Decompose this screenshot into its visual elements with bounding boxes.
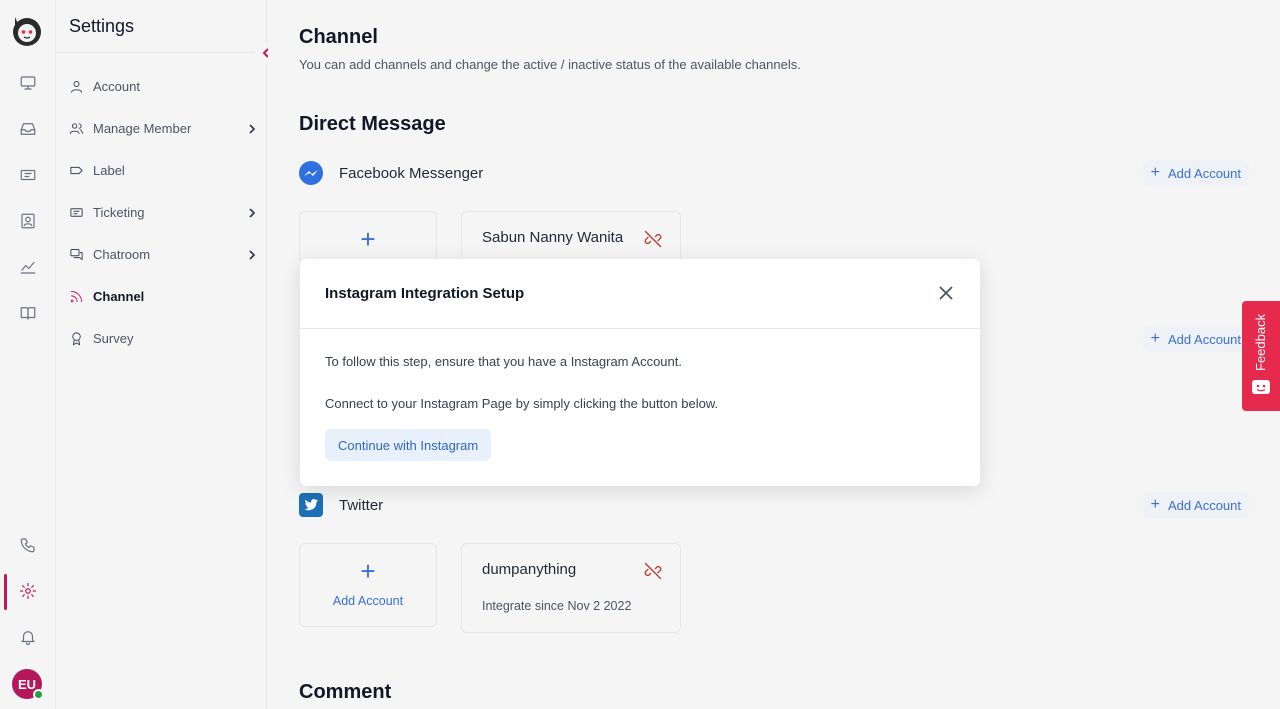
app-rail: EU [0,0,56,709]
add-account-button-second[interactable]: + Add Account [1142,326,1249,352]
rail-active-indicator [4,574,7,610]
sidebar-item-label: Label [93,162,125,178]
feedback-face-icon [1252,380,1270,394]
sidebar-title: Settings [69,16,135,36]
sidebar-divider [56,52,266,53]
online-status-dot [33,689,44,700]
account-name: dumpanything [482,561,577,578]
close-icon[interactable] [938,285,954,301]
page-title: Channel [299,26,378,48]
modal-title: Instagram Integration Setup [325,285,525,302]
sidebar-item-ticketing[interactable]: Ticketing [68,199,258,225]
phone-icon[interactable] [17,534,39,556]
channel-row-facebook-messenger: Facebook Messenger + Add Account [299,160,1249,186]
rss-icon [68,288,84,304]
plus-icon: + [360,556,376,586]
user-avatar[interactable]: EU [12,669,44,700]
add-account-button-twitter[interactable]: + Add Account [1142,492,1249,518]
inbox-icon[interactable] [17,118,39,140]
chevron-right-icon [246,248,258,260]
sidebar-item-channel[interactable]: Channel [68,283,258,309]
award-icon [68,330,84,346]
channel-row-twitter: Twitter + Add Account [299,492,1249,518]
analytics-icon[interactable] [17,256,39,278]
users-icon [68,120,84,136]
channel-name: Twitter [339,496,384,514]
add-account-card-label: Add Account [332,594,404,608]
plus-icon: + [1150,330,1160,347]
facebook-messenger-icon [299,161,323,185]
book-icon[interactable] [17,302,39,324]
section-title-comment: Comment [299,681,392,703]
sidebar-item-label: Channel [93,288,145,304]
add-account-label: Add Account [1168,331,1241,347]
ticket-icon[interactable] [17,164,39,186]
monitor-icon[interactable] [17,72,39,94]
sidebar-item-survey[interactable]: Survey [68,325,258,351]
chat-icon [68,246,84,262]
continue-with-instagram-button[interactable]: Continue with Instagram [325,429,492,461]
plus-icon: + [360,224,376,254]
add-account-button-facebook[interactable]: + Add Account [1142,160,1249,186]
account-card-twitter: dumpanything Integrate since Nov 2 2022 [461,543,681,633]
twitter-icon [299,493,323,517]
contact-icon[interactable] [17,210,39,232]
unlink-icon[interactable] [643,229,663,249]
add-account-card-twitter[interactable]: + Add Account [299,543,437,627]
chevron-right-icon [246,206,258,218]
instagram-setup-modal: Instagram Integration Setup To follow th… [300,259,980,486]
sidebar-item-label: Manage Member [93,120,192,136]
account-card-facebook: Sabun Nanny Wanita [461,211,681,263]
sidebar-item-chatroom[interactable]: Chatroom [68,241,258,267]
add-account-card-facebook[interactable]: + [299,211,437,263]
plus-icon: + [1150,164,1160,181]
sidebar-item-manage-member[interactable]: Manage Member [68,115,258,141]
modal-instruction-1: To follow this step, ensure that you hav… [325,354,682,369]
settings-gear-icon[interactable] [17,580,39,602]
sidebar-item-account[interactable]: Account [68,73,258,99]
sidebar-item-label: Account [93,78,140,94]
modal-instruction-2: Connect to your Instagram Page by simply… [325,396,719,411]
channel-name: Facebook Messenger [339,164,484,182]
account-integrated-since: Integrate since Nov 2 2022 [482,599,632,613]
ticket-icon [68,204,84,220]
sidebar-item-label: Survey [93,330,134,346]
plus-icon: + [1150,496,1160,513]
app-logo-icon[interactable] [10,12,44,48]
feedback-tab[interactable]: Feedback [1242,301,1280,411]
sidebar-item-label: Chatroom [93,246,151,262]
user-icon [68,78,84,94]
modal-divider [300,328,980,329]
avatar-initials: EU [17,676,37,692]
account-name: Sabun Nanny Wanita [482,229,624,246]
tag-icon [68,162,84,178]
section-title-direct-message: Direct Message [299,113,446,135]
page-subtitle: You can add channels and change the acti… [299,57,801,72]
sidebar-item-label: Ticketing [93,204,145,220]
add-account-label: Add Account [1168,165,1241,181]
settings-sidebar: Settings Account Manage Member Label Tic… [56,0,277,709]
unlink-icon[interactable] [643,561,663,581]
feedback-label: Feedback [1253,313,1268,371]
sidebar-item-label-settings[interactable]: Label [68,157,258,183]
bell-icon[interactable] [17,626,39,648]
chevron-right-icon [246,122,258,134]
add-account-label: Add Account [1168,497,1241,513]
